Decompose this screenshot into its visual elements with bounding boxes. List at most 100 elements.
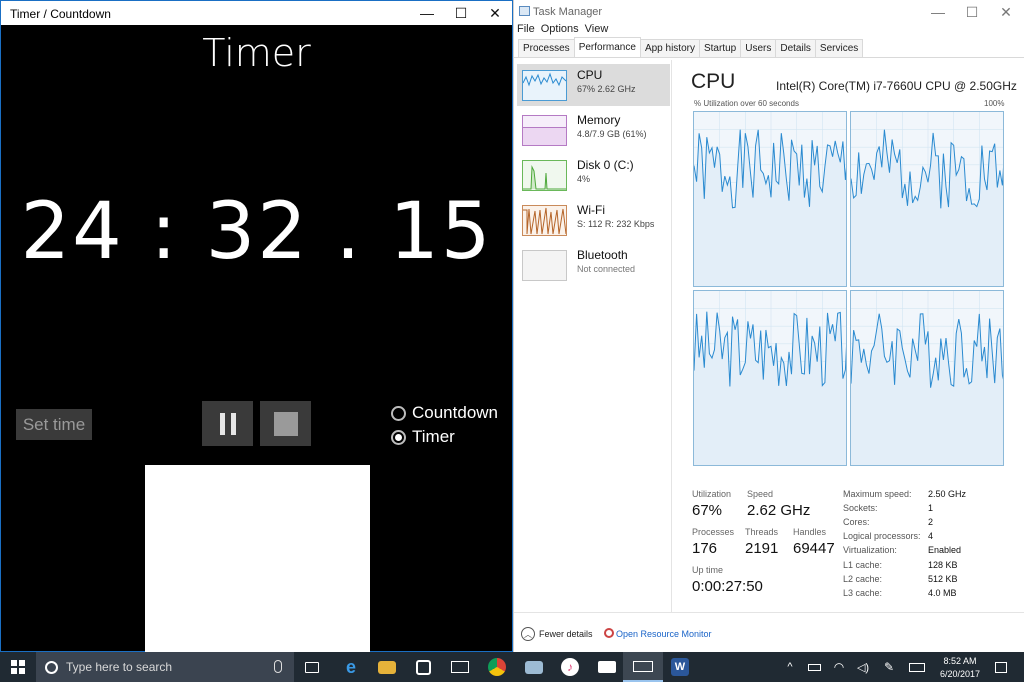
chrome-icon xyxy=(488,658,506,676)
timer-display: 24 : 32 . 15 xyxy=(20,187,493,277)
cpu-core-graph xyxy=(850,290,1004,466)
detail-value: 1 xyxy=(928,503,934,513)
sidebar-item-wifi[interactable]: Wi-Fi S: 112 R: 232 Kbps xyxy=(517,199,670,241)
tab-app-history[interactable]: App history xyxy=(639,39,700,57)
open-resource-monitor-link[interactable]: Open Resource Monitor xyxy=(616,629,712,639)
radio-countdown[interactable]: Countdown xyxy=(391,402,498,424)
timer-app-button[interactable] xyxy=(623,652,663,682)
task-manager-titlebar[interactable]: Task Manager — ☐ ✕ xyxy=(514,0,1024,23)
show-hidden-icons-button[interactable]: ^ xyxy=(781,652,799,682)
tab-processes[interactable]: Processes xyxy=(518,39,575,57)
speed-value: 2.62 GHz xyxy=(747,502,811,519)
pause-icon xyxy=(219,412,225,435)
keyboard-icon[interactable] xyxy=(905,652,929,682)
clock-time[interactable]: 8:52 AM xyxy=(938,656,982,666)
radio-circle-icon xyxy=(391,405,406,421)
itunes-button[interactable]: ♪ xyxy=(550,652,590,682)
sidebar-item-memory[interactable]: Memory 4.8/7.9 GB (61%) xyxy=(517,109,670,151)
task-view-icon xyxy=(305,661,319,673)
detail-key: Logical processors: xyxy=(843,531,921,541)
uptime-label: Up time xyxy=(692,565,724,575)
utilization-label: Utilization xyxy=(692,489,732,499)
detail-value: 4 xyxy=(928,531,934,541)
disk-thumbnail-graph xyxy=(522,160,567,191)
threads-value: 2191 xyxy=(745,540,779,557)
taskbar: Type here to search e ♪ W ^ ◠ ◁) ✎ xyxy=(0,652,1024,682)
sidebar-item-sub: 67% 2.62 GHz xyxy=(577,84,636,94)
search-box[interactable]: Type here to search xyxy=(36,652,294,682)
menu-file[interactable]: File xyxy=(517,23,535,39)
file-explorer-button[interactable] xyxy=(367,652,407,682)
monitor-icon xyxy=(525,660,543,674)
pen-icon[interactable]: ✎ xyxy=(878,652,900,682)
camera-button[interactable] xyxy=(587,652,627,682)
maximize-button[interactable]: ☐ xyxy=(444,1,478,25)
stop-button[interactable] xyxy=(260,401,311,446)
pause-button[interactable] xyxy=(202,401,253,446)
close-button[interactable]: ✕ xyxy=(989,0,1023,24)
detail-value: 2.50 GHz xyxy=(928,489,967,499)
utilization-axis-label: % Utilization over 60 seconds xyxy=(694,99,799,108)
speed-label: Speed xyxy=(747,489,774,499)
task-view-button[interactable] xyxy=(292,652,332,682)
volume-icon[interactable]: ◁) xyxy=(852,652,874,682)
maximize-button[interactable]: ☐ xyxy=(955,0,989,24)
radio-timer[interactable]: Timer xyxy=(391,426,455,448)
cpu-thumbnail-graph xyxy=(522,70,567,101)
tab-startup[interactable]: Startup xyxy=(698,39,742,57)
task-manager-icon xyxy=(519,6,530,16)
fewer-details-link[interactable]: Fewer details xyxy=(539,629,593,639)
edge-icon: e xyxy=(345,656,356,677)
resource-monitor-icon xyxy=(604,628,614,638)
tab-performance[interactable]: Performance xyxy=(573,37,641,57)
clock-date[interactable]: 6/20/2017 xyxy=(933,669,987,679)
detail-value: 512 KB xyxy=(928,574,958,584)
tab-details[interactable]: Details xyxy=(775,39,816,57)
remote-desktop-button[interactable] xyxy=(514,652,554,682)
wifi-icon[interactable]: ◠ xyxy=(828,652,850,682)
cpu-core-graph xyxy=(693,290,847,466)
utilization-value: 67% xyxy=(692,502,723,519)
microphone-icon[interactable] xyxy=(274,660,282,673)
timer-titlebar[interactable]: Timer / Countdown — ☐ ✕ xyxy=(1,1,512,25)
edge-button[interactable]: e xyxy=(331,652,371,682)
set-time-button[interactable]: Set time xyxy=(16,409,92,440)
blank-panel xyxy=(145,465,370,653)
action-center-icon[interactable] xyxy=(988,652,1014,682)
mail-button[interactable] xyxy=(440,652,480,682)
detail-key: Cores: xyxy=(843,517,870,527)
sidebar-item-bluetooth[interactable]: Bluetooth Not connected xyxy=(517,244,670,286)
word-button[interactable]: W xyxy=(660,652,700,682)
chevron-up-icon[interactable]: ︿ xyxy=(521,627,535,641)
close-button[interactable]: ✕ xyxy=(478,1,512,25)
windows-logo-icon xyxy=(11,660,25,674)
detail-value: 4.0 MB xyxy=(928,588,957,598)
radio-selected-icon xyxy=(391,429,406,445)
timer-window: Timer / Countdown — ☐ ✕ Timer 24 : 32 . … xyxy=(0,0,513,653)
chrome-button[interactable] xyxy=(477,652,517,682)
sidebar-item-label: CPU xyxy=(577,68,603,82)
sidebar-item-sub: S: 112 R: 232 Kbps xyxy=(577,219,655,229)
sidebar-item-disk[interactable]: Disk 0 (C:) 4% xyxy=(517,154,670,196)
cpu-core-graph xyxy=(693,111,847,287)
tab-services[interactable]: Services xyxy=(814,39,864,57)
tab-users[interactable]: Users xyxy=(740,39,777,57)
minimize-button[interactable]: — xyxy=(921,0,955,24)
start-button[interactable] xyxy=(0,652,36,682)
sidebar-item-sub: 4.8/7.9 GB (61%) xyxy=(577,129,647,139)
sidebar-item-label: Memory xyxy=(577,113,621,127)
divider xyxy=(514,57,1024,58)
camera-icon xyxy=(598,661,616,673)
timer-app-icon xyxy=(633,660,653,672)
minimize-button[interactable]: — xyxy=(410,1,444,25)
battery-icon[interactable] xyxy=(803,652,825,682)
sidebar-item-cpu[interactable]: CPU 67% 2.62 GHz xyxy=(517,64,670,106)
music-note-icon: ♪ xyxy=(561,658,579,676)
processes-value: 176 xyxy=(692,540,718,557)
detail-key: Maximum speed: xyxy=(843,489,912,499)
store-button[interactable] xyxy=(403,652,443,682)
detail-key: Virtualization: xyxy=(843,545,897,555)
sidebar-item-label: Disk 0 (C:) xyxy=(577,158,634,172)
detail-value: 2 xyxy=(928,517,934,527)
timer-heading: Timer xyxy=(202,31,311,75)
